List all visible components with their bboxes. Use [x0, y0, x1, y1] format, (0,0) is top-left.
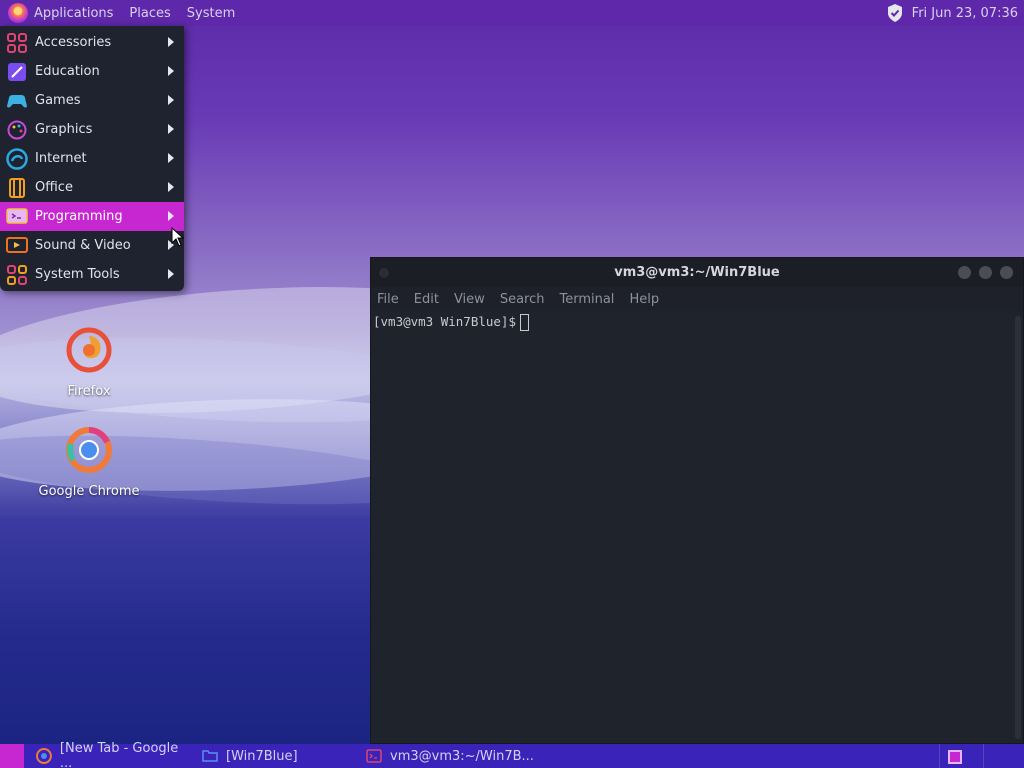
task-label: [New Tab - Google ...: [59, 741, 179, 768]
office-icon: [6, 177, 28, 199]
menu-item-label: Accessories: [35, 35, 112, 50]
menu-item-label: Graphics: [35, 122, 93, 137]
menu-item-label: Programming: [35, 209, 123, 224]
menu-item-system-tools[interactable]: System Tools: [0, 260, 184, 289]
menu-edit[interactable]: Edit: [414, 292, 439, 307]
bottom-taskbar: [New Tab - Google ... [Win7Blue] vm3@vm3…: [0, 741, 1024, 768]
menu-item-label: Games: [35, 93, 81, 108]
submenu-arrow-icon: [168, 269, 174, 279]
menu-view[interactable]: View: [454, 292, 485, 307]
folder-icon: [202, 750, 218, 762]
applications-label: Applications: [34, 5, 114, 21]
graphics-icon: [6, 119, 28, 141]
submenu-arrow-icon: [168, 182, 174, 192]
menu-file[interactable]: File: [377, 292, 399, 307]
menu-item-education[interactable]: Education: [0, 57, 184, 86]
text-cursor: [520, 314, 529, 331]
menu-search[interactable]: Search: [500, 292, 545, 307]
top-panel: Applications Places System Fri Jun 23, 0…: [0, 0, 1024, 26]
menu-item-sound-video[interactable]: Sound & Video: [0, 231, 184, 260]
submenu-arrow-icon: [168, 211, 174, 221]
minimize-button[interactable]: [958, 266, 971, 279]
menu-item-programming[interactable]: Programming: [0, 202, 184, 231]
menu-item-accessories[interactable]: Accessories: [0, 28, 184, 57]
games-icon: [6, 90, 28, 112]
mouse-pointer-icon: [171, 227, 185, 247]
distro-logo-icon: [8, 3, 28, 23]
window-menu-button[interactable]: [379, 268, 389, 278]
close-button[interactable]: [1000, 266, 1013, 279]
terminal-window[interactable]: vm3@vm3:~/Win7Blue File Edit View Search…: [370, 257, 1024, 744]
submenu-arrow-icon: [168, 66, 174, 76]
panel-menubar: Applications Places System: [0, 0, 243, 26]
menu-item-label: Education: [35, 64, 100, 79]
submenu-arrow-icon: [168, 153, 174, 163]
show-desktop-button[interactable]: [0, 744, 24, 768]
separator: [939, 744, 940, 768]
shield-check-icon[interactable]: [886, 3, 904, 23]
accessories-icon: [6, 32, 28, 54]
workspace-switcher[interactable]: [948, 750, 962, 764]
places-menu[interactable]: Places: [121, 6, 178, 21]
system-menu[interactable]: System: [179, 6, 243, 21]
system-tools-icon: [6, 264, 28, 286]
terminal-title: vm3@vm3:~/Win7Blue: [614, 265, 780, 280]
menu-item-label: System Tools: [35, 267, 120, 282]
submenu-arrow-icon: [168, 37, 174, 47]
desktop-icon-label: Firefox: [67, 384, 111, 399]
sound-video-icon: [6, 235, 28, 257]
task-label: vm3@vm3:~/Win7B...: [390, 748, 534, 764]
internet-icon: [6, 147, 28, 170]
separator: [983, 744, 984, 768]
menu-item-label: Office: [35, 180, 73, 195]
desktop-icon-chrome[interactable]: Google Chrome: [29, 426, 149, 499]
desktop-icon-firefox[interactable]: Firefox: [29, 326, 149, 399]
terminal-titlebar[interactable]: vm3@vm3:~/Win7Blue: [371, 258, 1023, 287]
applications-menu[interactable]: Applications: [0, 3, 121, 23]
chrome-icon: [66, 427, 112, 473]
shell-prompt: [vm3@vm3 Win7Blue]$: [373, 314, 516, 329]
task-label: [Win7Blue]: [226, 748, 298, 764]
menu-item-internet[interactable]: Internet: [0, 144, 184, 173]
maximize-button[interactable]: [979, 266, 992, 279]
menu-item-label: Sound & Video: [35, 238, 131, 253]
education-icon: [6, 61, 28, 83]
applications-dropdown: Accessories Education Games Graphics Int…: [0, 26, 184, 291]
menu-item-office[interactable]: Office: [0, 173, 184, 202]
submenu-arrow-icon: [168, 95, 174, 105]
menu-item-graphics[interactable]: Graphics: [0, 115, 184, 144]
menu-item-label: Internet: [35, 151, 87, 166]
desktop-icon-label: Google Chrome: [38, 484, 140, 499]
menu-item-games[interactable]: Games: [0, 86, 184, 115]
firefox-icon: [66, 327, 112, 373]
terminal-output[interactable]: [vm3@vm3 Win7Blue]$: [371, 311, 1023, 743]
task-terminal[interactable]: vm3@vm3:~/Win7B...: [354, 744, 554, 768]
task-chrome[interactable]: [New Tab - Google ...: [24, 741, 194, 768]
task-folder[interactable]: [Win7Blue]: [194, 744, 354, 768]
clock[interactable]: Fri Jun 23, 07:36: [912, 6, 1018, 21]
chrome-icon: [36, 748, 52, 764]
panel-tray: Fri Jun 23, 07:36: [886, 3, 1024, 23]
programming-icon: [6, 206, 28, 228]
submenu-arrow-icon: [168, 124, 174, 134]
menu-help[interactable]: Help: [629, 292, 659, 307]
menu-terminal[interactable]: Terminal: [559, 292, 614, 307]
terminal-menubar: File Edit View Search Terminal Help: [371, 287, 1023, 311]
terminal-icon: [366, 749, 382, 763]
scrollbar[interactable]: [1015, 316, 1021, 739]
